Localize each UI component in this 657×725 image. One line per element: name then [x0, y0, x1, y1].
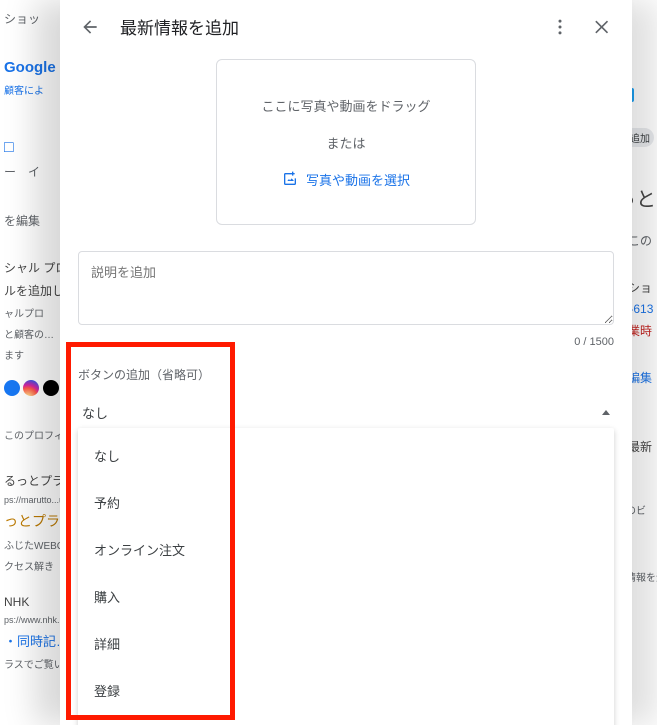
close-button[interactable]	[590, 15, 614, 39]
bg-p2: ルを追加し	[4, 282, 56, 299]
bg-p4: と顧客の…	[4, 326, 56, 341]
bg-nhk: NHK	[4, 595, 56, 609]
bg-b1: るっとプラス	[4, 472, 56, 489]
dropdown-option[interactable]: 詳細	[78, 620, 614, 667]
button-add-section: ボタンの追加（省略可） なし なし予約オンライン注文購入詳細登録今すぐ電話	[78, 366, 614, 433]
dropdown-option[interactable]: オンライン注文	[78, 526, 614, 573]
add-update-modal: 最新情報を追加 ここに写真や動画をドラッグ または 写真や動画を選択 0 / 1…	[60, 0, 632, 725]
bg-tab: ショッ	[4, 10, 56, 27]
bg-last2: ラスでご覧い	[4, 656, 56, 671]
button-type-dropdown: なし予約オンライン注文購入詳細登録今すぐ電話	[78, 428, 614, 725]
media-dropzone[interactable]: ここに写真や動画をドラッグ または 写真や動画を選択	[216, 59, 476, 225]
back-button[interactable]	[78, 15, 102, 39]
bg-b3: ふじたWEBC 業	[4, 537, 56, 552]
bg-sub: 顧客によ	[4, 82, 56, 97]
modal-title: 最新情報を追加	[120, 14, 530, 39]
close-icon	[592, 17, 612, 37]
char-counter: 0 / 1500	[78, 336, 614, 348]
dropdown-option[interactable]: なし	[78, 432, 614, 479]
more-vert-icon	[550, 17, 570, 37]
button-add-label: ボタンの追加（省略可）	[78, 366, 614, 383]
button-type-value: なし	[82, 403, 108, 422]
arrow-left-icon	[80, 17, 100, 37]
more-button[interactable]	[548, 15, 572, 39]
dropdown-option[interactable]: 購入	[78, 573, 614, 620]
select-media-label: 写真や動画を選択	[306, 170, 410, 189]
dropzone-or-text: または	[326, 133, 365, 152]
dropdown-option[interactable]: 今すぐ電話	[78, 714, 614, 725]
bg-b4: クセス解き	[4, 558, 56, 573]
add-photo-icon	[282, 171, 298, 187]
bg-last: ・同時記…	[4, 631, 56, 650]
modal-body: ここに写真や動画をドラッグ または 写真や動画を選択 0 / 1500 ボタンの…	[60, 53, 632, 725]
bg-p3: ャルプロ	[4, 305, 56, 320]
bg-b2: っとプラス	[4, 511, 56, 531]
dropzone-drag-text: ここに写真や動画をドラッグ	[261, 96, 430, 115]
bg-edit: を編集	[4, 212, 56, 229]
caret-up-icon	[602, 410, 610, 415]
dropdown-option[interactable]: 登録	[78, 667, 614, 714]
select-media-button[interactable]: 写真や動画を選択	[282, 170, 410, 189]
modal-header: 最新情報を追加	[60, 0, 632, 53]
button-type-select[interactable]: なし	[78, 393, 614, 433]
bg-google: Google	[4, 59, 56, 76]
bg-cap1: このプロフィ	[4, 427, 56, 442]
bg-left-strip: ショッ Google 顧客によ □ ー イ を編集 シャル プロ ルを追加し ャ…	[0, 0, 60, 725]
bg-p5: ます	[4, 347, 56, 362]
description-input[interactable]	[78, 251, 614, 325]
dropdown-option[interactable]: 予約	[78, 479, 614, 526]
description-wrap: 0 / 1500	[78, 251, 614, 348]
bg-p1: シャル プロ	[4, 259, 56, 276]
